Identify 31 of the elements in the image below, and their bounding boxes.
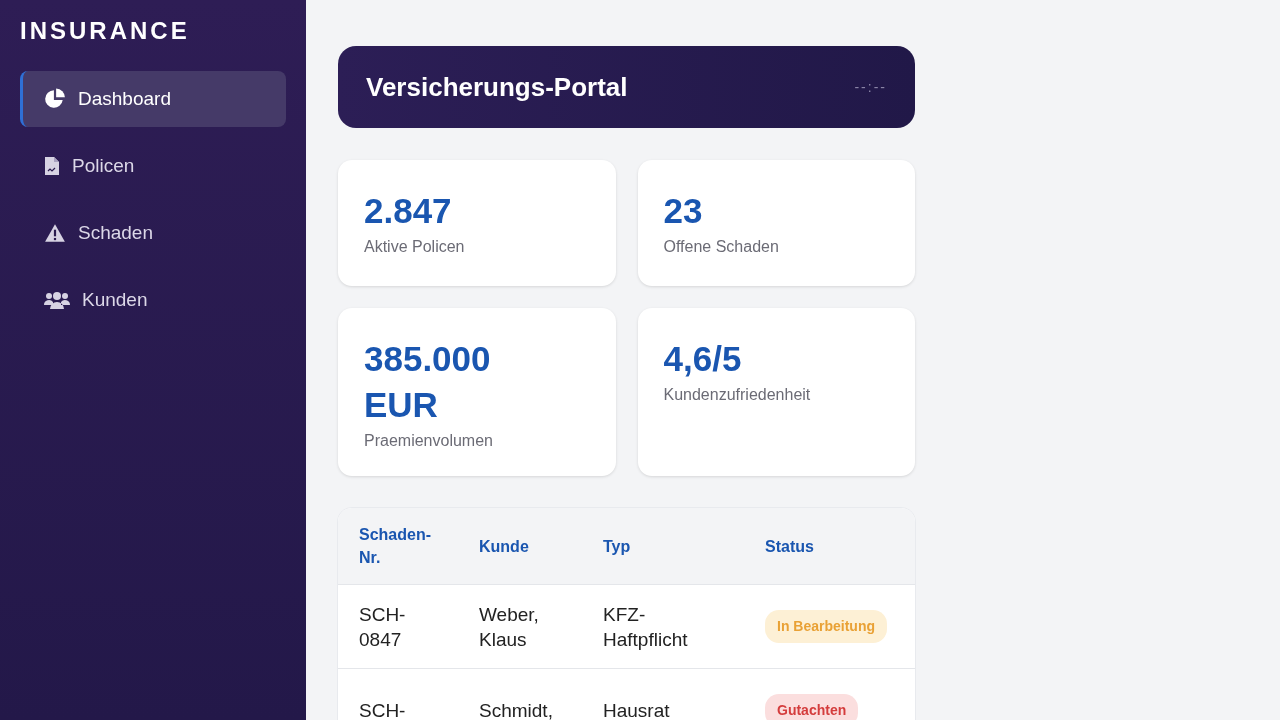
table-cell-text: Hausrat: [603, 699, 671, 720]
column-header: Kunde: [479, 536, 530, 557]
status-badge: Gutachten: [765, 694, 859, 720]
nav-item[interactable]: Policen: [20, 138, 286, 194]
nav-item[interactable]: Dashboard: [20, 71, 286, 127]
stat-label: Offene Schaden: [663, 238, 780, 256]
status-badge: In Bearbeitung: [765, 610, 887, 643]
page-title: Versicherungs-Portal: [366, 71, 628, 103]
nav-item[interactable]: Kunden: [20, 272, 286, 328]
table-cell-text: KFZ-Haftpflicht: [603, 602, 689, 652]
document-icon: [44, 156, 60, 176]
clock: --:--: [854, 79, 887, 95]
pie-chart-icon: [44, 88, 66, 110]
stat-label: Praemienvolumen: [364, 432, 494, 450]
stat-value: 4,6/5: [663, 338, 743, 380]
stat-value: 2.847: [364, 190, 453, 232]
stat-label: Aktive Policen: [364, 238, 466, 256]
table-cell-text: SCH-: [359, 699, 407, 720]
brand-title: INSURANCE: [20, 17, 191, 45]
stat-value: 23: [663, 190, 704, 232]
table-cell-text: Weber, Klaus: [479, 602, 540, 652]
stat-label: Kundenzufriedenheit: [663, 386, 812, 404]
table-cell-text: SCH-0847: [359, 602, 407, 652]
stat-value: 385.000 EUR: [364, 338, 492, 426]
warning-icon: [44, 222, 66, 244]
column-header: Status: [765, 536, 815, 557]
users-icon: [44, 291, 70, 309]
table-cell-text: Schmidt,: [479, 699, 554, 720]
column-header: Schaden-Nr.: [359, 525, 431, 568]
nav-item[interactable]: Schaden: [20, 205, 286, 261]
column-header: Typ: [603, 536, 632, 557]
